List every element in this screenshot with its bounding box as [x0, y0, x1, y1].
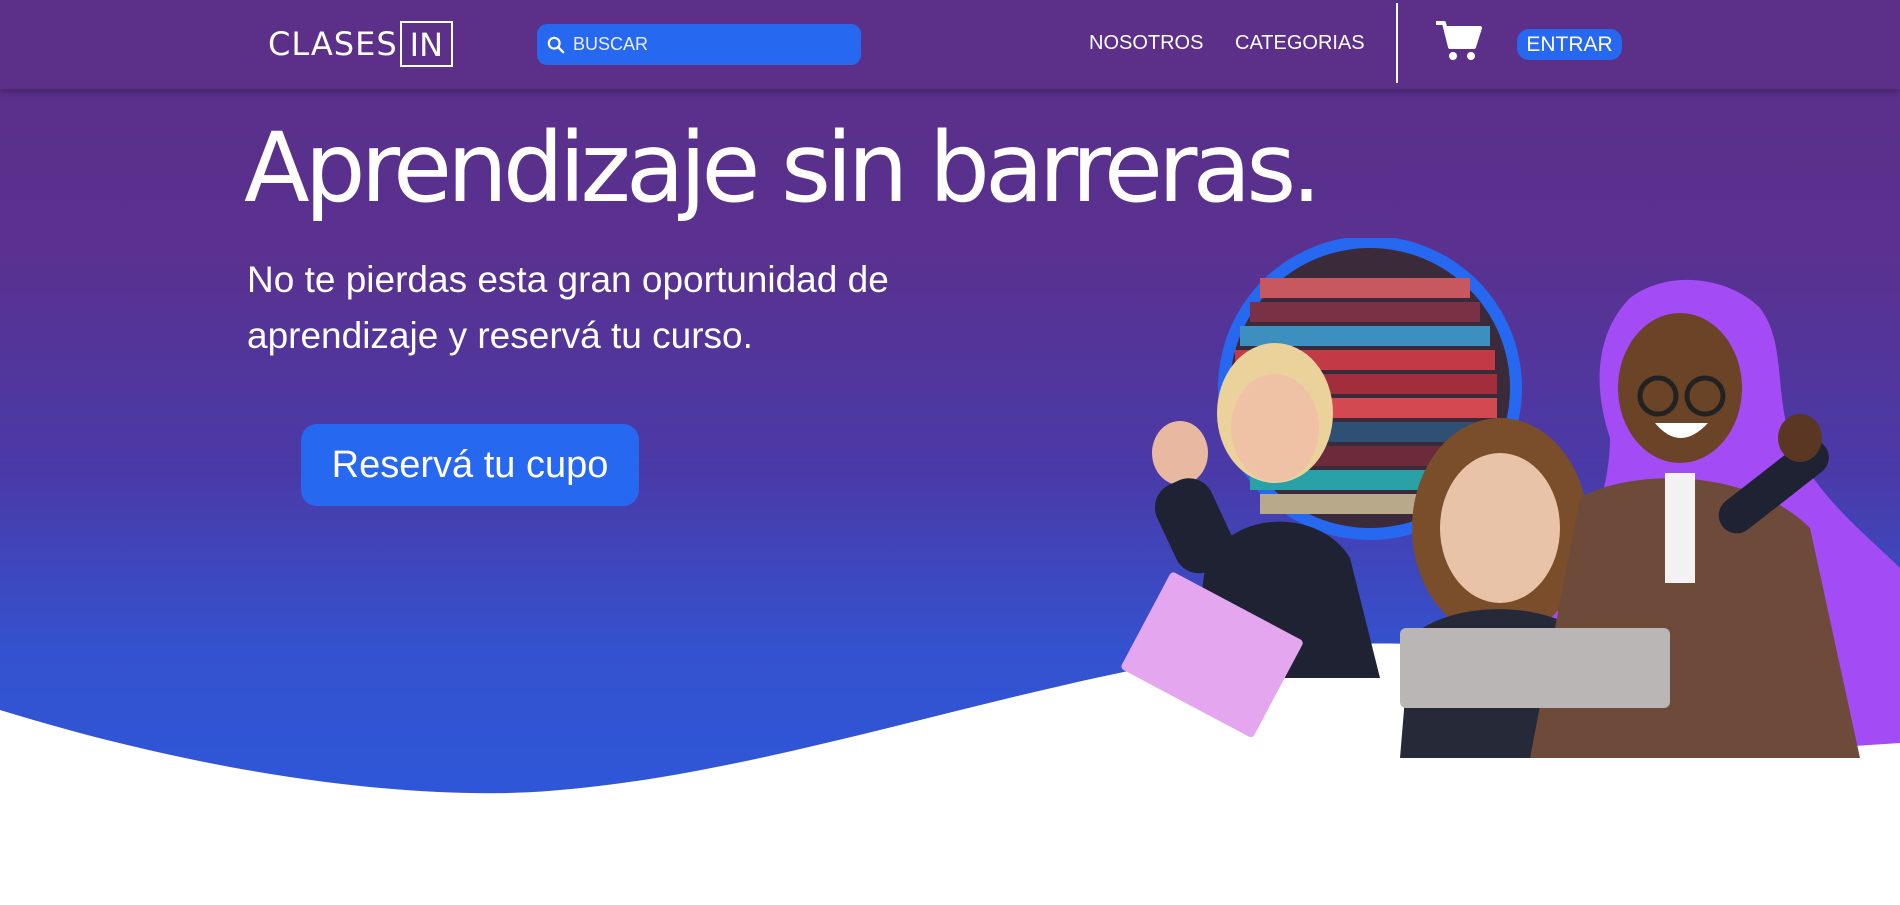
- nav-divider: [1396, 3, 1398, 83]
- nav-link-categorias[interactable]: CATEGORIAS: [1235, 32, 1365, 55]
- hero-headline: Aprendizaje sin barreras.: [244, 112, 1322, 224]
- shopping-cart-icon: [1436, 21, 1482, 60]
- hero-subtitle: No te pierdas esta gran oportunidad de a…: [247, 259, 889, 356]
- site-logo[interactable]: CLASES IN: [268, 20, 454, 68]
- hero-students-illustration: [1121, 238, 1900, 758]
- logo-text: CLASES: [268, 25, 398, 63]
- laptop: [1400, 628, 1670, 708]
- logo-box: IN: [399, 21, 454, 67]
- top-navbar: CLASES IN NOSOTROS CATEGORIAS ENTRAR: [0, 0, 1900, 89]
- cart-button[interactable]: [1434, 20, 1482, 67]
- reserve-spot-button[interactable]: Reservá tu cupo: [301, 424, 639, 506]
- search-icon: [547, 36, 565, 53]
- search-input[interactable]: [571, 33, 835, 56]
- login-button[interactable]: ENTRAR: [1517, 29, 1622, 60]
- search-bar[interactable]: [537, 24, 861, 65]
- nav-link-nosotros[interactable]: NOSOTROS: [1089, 32, 1203, 55]
